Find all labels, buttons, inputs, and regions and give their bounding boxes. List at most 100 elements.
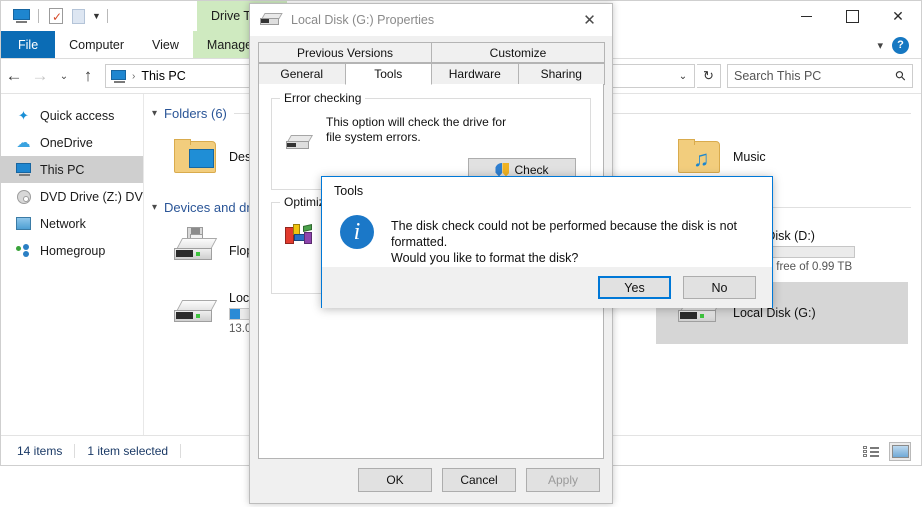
defragment-icon (284, 221, 314, 247)
hard-drive-icon (260, 13, 283, 27)
item-label: Local Disk (G:) (733, 306, 816, 320)
close-icon[interactable]: ✕ (567, 4, 612, 36)
minimize-button[interactable] (783, 1, 829, 31)
message-box-title-bar: Tools (322, 177, 772, 205)
up-button[interactable]: ↑ (75, 61, 101, 91)
folder-music-icon: ♫ (678, 139, 722, 175)
this-pc-icon[interactable] (10, 5, 32, 27)
new-folder-icon[interactable] (67, 5, 89, 27)
close-button[interactable]: ✕ (875, 1, 921, 31)
group-header-label: Folders (6) (164, 105, 227, 121)
item-label: Music (733, 150, 766, 164)
status-divider (74, 443, 76, 458)
search-icon[interactable]: ⚲ (892, 67, 910, 85)
address-dropdown-icon[interactable]: ⌄ (672, 64, 694, 88)
details-view-icon (862, 445, 880, 458)
sidebar-item-network[interactable]: Network (1, 210, 143, 237)
message-box-body: i The disk check could not be performed … (322, 205, 772, 267)
sidebar-label: Quick access (40, 108, 115, 123)
tab-hardware[interactable]: Hardware (431, 63, 519, 85)
properties-icon[interactable]: ✓ (45, 5, 67, 27)
disc-icon (15, 189, 32, 205)
hard-drive-icon (174, 298, 218, 328)
tab-customize[interactable]: Customize (431, 42, 605, 63)
details-view-button[interactable] (860, 442, 882, 461)
breadcrumb-this-pc[interactable]: This PC (141, 69, 185, 83)
message-line-2: Would you like to format the disk? (391, 251, 579, 265)
status-divider-2 (180, 443, 182, 458)
monitor-icon (15, 162, 32, 178)
no-button[interactable]: No (683, 276, 756, 299)
this-pc-path-icon (111, 69, 126, 83)
tab-file[interactable]: File (1, 31, 56, 58)
sidebar-item-this-pc[interactable]: This PC (1, 156, 143, 183)
properties-tab-row-bottom: General Tools Hardware Sharing (258, 63, 605, 85)
sidebar-label: Network (40, 216, 86, 231)
properties-tab-strip: Previous Versions Customize General Tool… (250, 36, 612, 85)
hard-drive-icon (286, 135, 314, 153)
chevron-down-icon[interactable]: ▾ (152, 202, 157, 213)
tab-tools[interactable]: Tools (344, 63, 432, 85)
ribbon-right-controls: ▾ ? (877, 31, 917, 59)
status-item-count: 14 items (17, 443, 63, 458)
message-line-1: The disk check could not be performed be… (391, 219, 738, 249)
maximize-button[interactable] (829, 1, 875, 31)
back-button[interactable]: ← (1, 61, 27, 91)
customize-caret-icon[interactable]: ▼ (92, 11, 101, 21)
message-box-title: Tools (334, 184, 364, 198)
breadcrumb-separator: › (132, 70, 136, 82)
help-icon[interactable]: ? (892, 36, 909, 54)
error-checking-label: Error checking (280, 91, 366, 105)
properties-tab-row-top: Previous Versions Customize (258, 42, 605, 63)
navigation-pane: ✦ Quick access ☁ OneDrive This PC DVD Dr… (1, 94, 144, 435)
sidebar-label: This PC (40, 162, 85, 177)
tab-computer[interactable]: Computer (55, 31, 138, 58)
properties-title: Local Disk (G:) Properties (291, 13, 435, 27)
sidebar-item-dvd-drive[interactable]: DVD Drive (Z:) DV (1, 183, 143, 210)
ok-button[interactable]: OK (358, 468, 432, 492)
forward-button[interactable]: → (27, 61, 53, 91)
toolbar-divider-2 (106, 9, 108, 23)
apply-button: Apply (526, 468, 600, 492)
message-box-text: The disk check could not be performed be… (391, 215, 758, 266)
tab-sharing[interactable]: Sharing (517, 63, 605, 85)
large-icons-view-icon (891, 445, 909, 458)
tab-general[interactable]: General (258, 63, 346, 85)
sidebar-item-homegroup[interactable]: Homegroup (1, 237, 143, 264)
properties-footer: OK Cancel Apply (250, 457, 612, 503)
sidebar-item-quick-access[interactable]: ✦ Quick access (1, 102, 143, 129)
sidebar-label: Homegroup (40, 243, 106, 258)
check-button-label: Check (514, 162, 549, 177)
tab-previous-versions[interactable]: Previous Versions (258, 42, 432, 63)
cancel-button[interactable]: Cancel (442, 468, 516, 492)
view-buttons (860, 442, 911, 461)
cloud-icon: ☁ (16, 134, 31, 150)
sidebar-label: DVD Drive (Z:) DV (40, 189, 143, 204)
sidebar-label: OneDrive (40, 135, 93, 150)
search-input[interactable]: Search This PC ⚲ (727, 64, 913, 88)
network-icon (15, 216, 32, 232)
recent-locations-button[interactable]: ⌄ (53, 61, 75, 91)
information-icon: i (340, 215, 374, 249)
error-checking-description: This option will check the drive for fil… (326, 115, 507, 144)
yes-button[interactable]: Yes (598, 276, 671, 299)
tab-view[interactable]: View (138, 31, 193, 58)
star-icon: ✦ (18, 107, 29, 123)
status-selection: 1 item selected (87, 443, 169, 458)
folder-desktop-icon (174, 139, 218, 175)
sidebar-item-onedrive[interactable]: ☁ OneDrive (1, 129, 143, 156)
homegroup-icon (15, 243, 32, 259)
large-icons-view-button[interactable] (889, 442, 911, 461)
chevron-down-icon[interactable]: ▾ (152, 108, 157, 119)
search-placeholder: Search This PC (734, 69, 822, 83)
refresh-button[interactable]: ↻ (697, 64, 721, 88)
window-controls: ✕ (783, 1, 921, 31)
uac-shield-icon (495, 163, 509, 177)
floppy-drive-icon (174, 227, 218, 266)
properties-title-bar: Local Disk (G:) Properties ✕ (250, 4, 612, 36)
screen: ✓ ▼ Drive Tools ✕ File Computer View Man… (0, 0, 922, 507)
chevron-down-icon[interactable]: ▾ (877, 39, 883, 52)
toolbar-divider (38, 9, 39, 23)
tools-message-box: Tools i The disk check could not be perf… (321, 176, 773, 308)
message-box-footer: Yes No (322, 267, 772, 308)
